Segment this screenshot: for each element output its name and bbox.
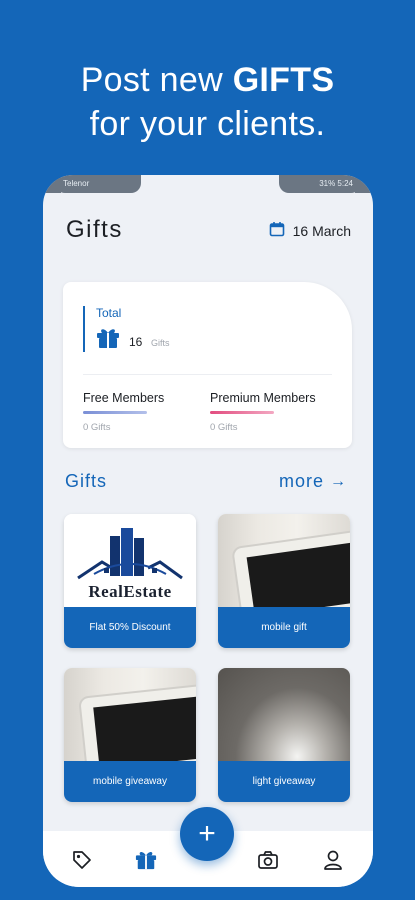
total-unit: Gifts [151,338,170,348]
real-estate-logo-image: RealEstate [64,514,196,607]
gift-icon[interactable] [135,849,157,871]
date-label: 16 March [292,222,351,239]
status-bar-battery-time: 31% 5:24 [279,175,361,193]
real-estate-logo-text: RealEstate [88,582,172,601]
phone-photo-screen [93,695,196,770]
gift-card-caption: mobile gift [218,607,350,648]
date-selector[interactable]: 16 March [269,221,351,240]
headline-prefix: Post new [80,61,233,99]
gift-card[interactable]: light giveaway [218,668,350,802]
premium-members-value: 0 Gifts [210,422,238,433]
more-label: more [278,471,324,491]
free-members-stat: Free Members 0 Gifts [83,391,164,433]
premium-members-stat: Premium Members 0 Gifts [210,391,316,433]
free-members-label: Free Members [83,391,165,405]
user-icon[interactable] [322,849,344,871]
total-accent-bar [83,306,85,352]
free-members-line [83,411,147,414]
summary-divider [83,374,332,375]
promo-headline: Post new GIFTS for your clients. [0,58,415,146]
add-gift-button[interactable]: + [180,807,234,861]
headline-line-1: Post new GIFTS [0,58,415,102]
gift-card[interactable]: mobile giveaway [64,668,196,802]
status-bar-corner-right [355,175,373,193]
phone-frame: Telenor 31% 5:24 Gifts 16 March Total 16… [43,175,373,887]
mobile-gift-photo [218,514,350,627]
camera-icon[interactable] [257,849,279,871]
phone-photo-screen [246,542,350,617]
gift-card[interactable]: RealEstate Flat 50% Discount [64,514,196,648]
premium-members-line [210,411,274,414]
light-giveaway-photo [218,668,350,761]
headline-line-2: for your clients. [89,105,326,143]
premium-members-label: Premium Members [210,391,316,405]
tag-icon[interactable] [71,849,93,871]
free-members-value: 0 Gifts [83,422,111,433]
gift-summary-card: Total 16 Gifts Free Members 0 Gifts Prem… [63,282,352,448]
gift-card-caption: light giveaway [218,761,350,802]
status-bar-carrier: Telenor [55,175,141,193]
gifts-section-title: Gifts [65,471,108,491]
total-label: Total [96,306,122,320]
more-link[interactable]: more → [279,471,347,492]
gift-icon [96,327,120,349]
gift-card-caption: mobile giveaway [64,761,196,802]
page-title: Gifts [66,216,123,243]
gift-card-caption: Flat 50% Discount [64,607,196,648]
headline-bold: GIFTS [232,61,335,99]
mobile-giveaway-photo [64,668,196,779]
gift-card[interactable]: mobile gift [218,514,350,648]
total-count: 16 [129,335,143,349]
calendar-icon [269,221,285,240]
arrow-right-icon: → [330,472,347,490]
